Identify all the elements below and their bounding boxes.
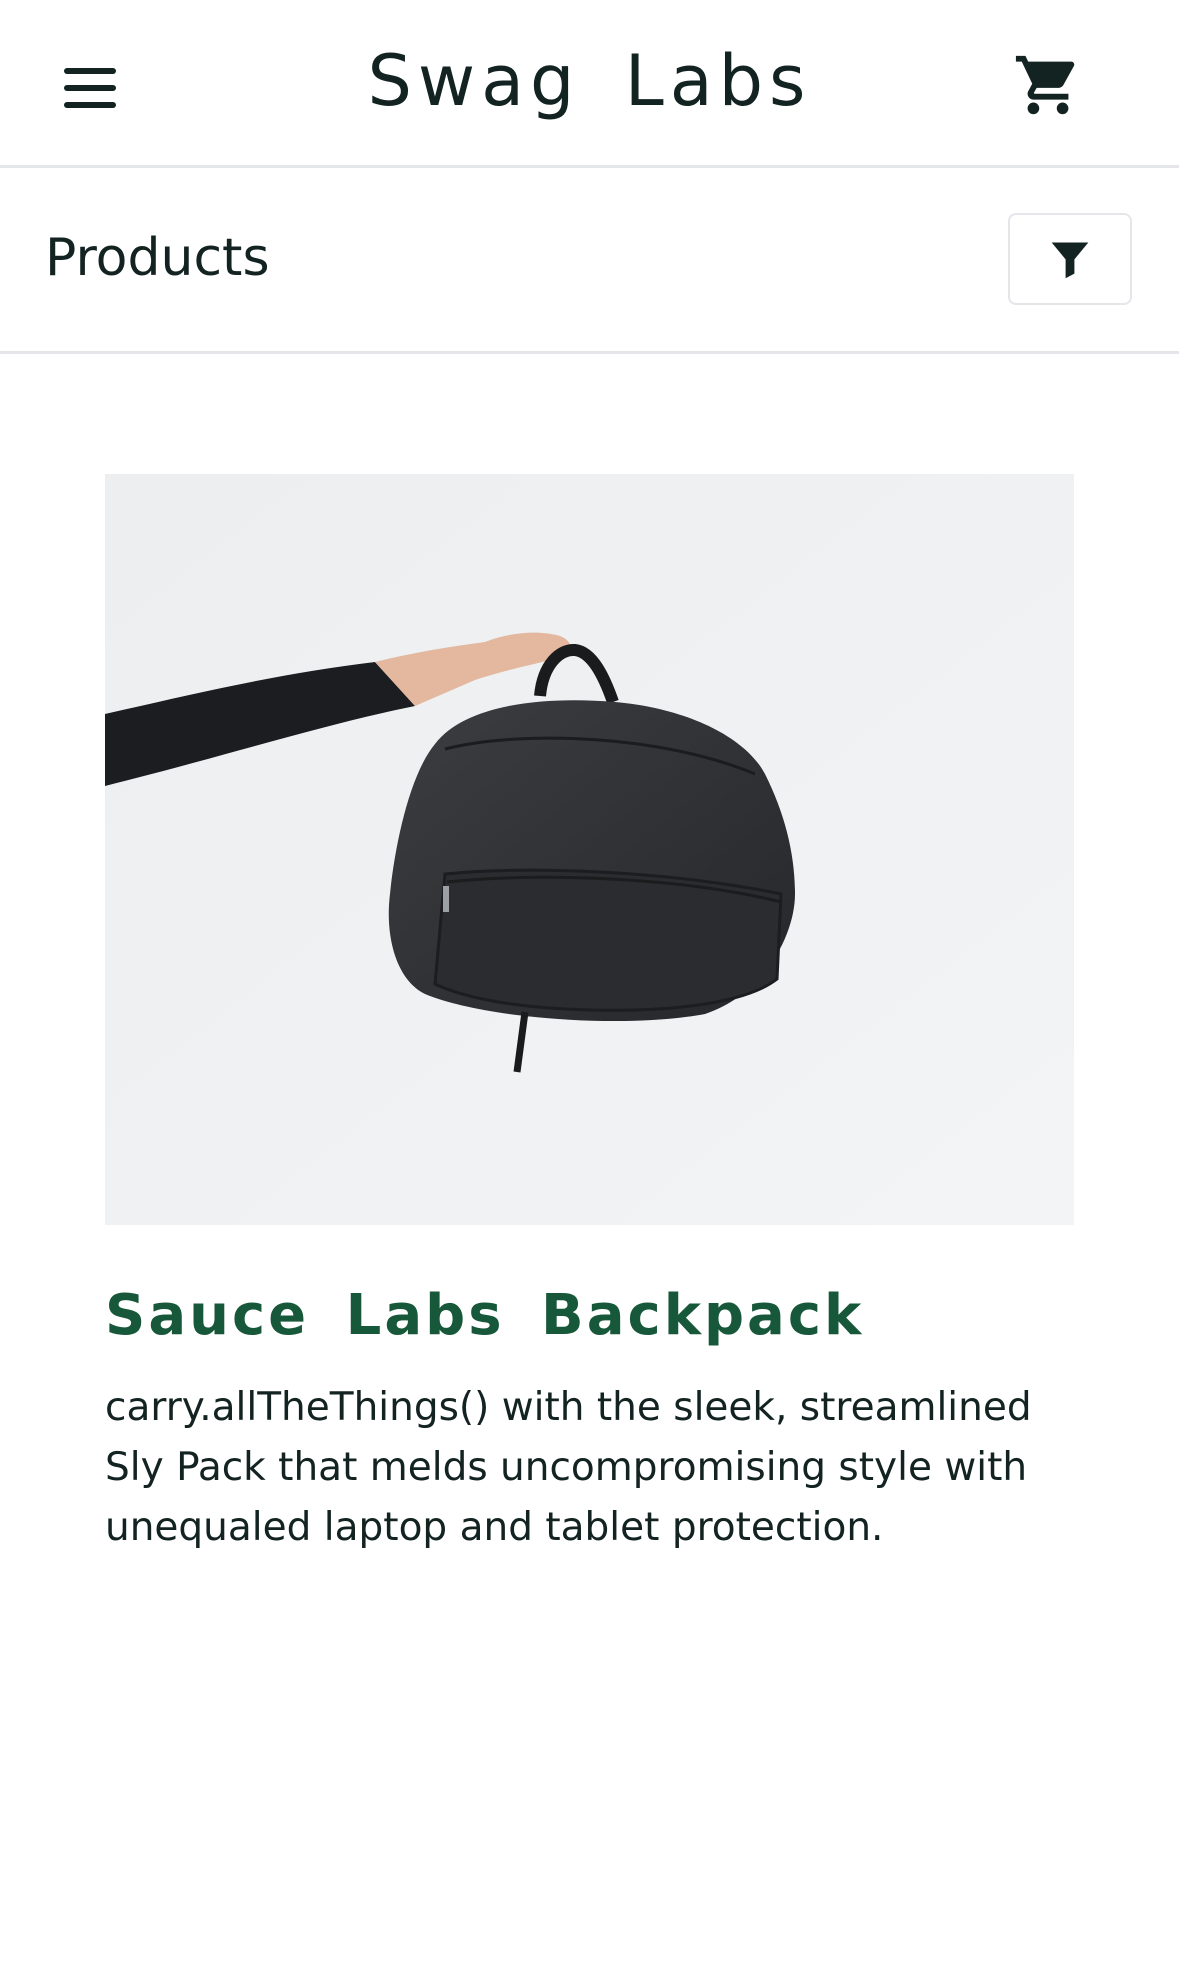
product-name-link[interactable]: Sauce Labs Backpack xyxy=(105,1283,864,1348)
product-image[interactable] xyxy=(105,474,1074,1225)
filter-icon xyxy=(1051,242,1089,279)
app-header: Swag Labs xyxy=(0,0,1179,168)
product-description: carry.allTheThings() with the sleek, str… xyxy=(105,1385,1032,1550)
shopping-cart-icon xyxy=(1015,55,1075,115)
backpack-photo xyxy=(105,474,1074,1225)
products-header: Products xyxy=(0,168,1179,354)
page-title: Products xyxy=(45,228,270,288)
sort-filter-button[interactable] xyxy=(1008,213,1132,305)
cart-button[interactable] xyxy=(1003,40,1093,130)
